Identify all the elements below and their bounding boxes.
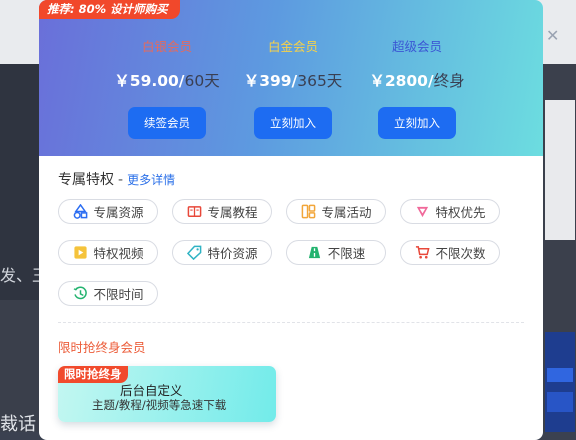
privilege-label: 特权优先 (435, 205, 486, 220)
tier-price: ￥59.00/60天 (114, 72, 220, 90)
privilege-exclusive-activities[interactable]: 专属活动 (286, 199, 386, 224)
renew-button[interactable]: 续签会员 (128, 107, 206, 139)
tier-silver: 白银会员 ￥59.00/60天 续签会员 (102, 36, 232, 139)
privilege-exclusive-tutorials[interactable]: 专属教程 (172, 199, 272, 224)
privilege-label: 不限时间 (93, 287, 144, 302)
close-icon[interactable]: ✕ (546, 26, 559, 45)
clock-icon (72, 286, 88, 302)
privilege-unlimited-speed[interactable]: 不限速 (286, 240, 386, 265)
road-icon (307, 245, 323, 261)
background-sidebar (543, 64, 576, 432)
privilege-label: 不限速 (327, 246, 366, 261)
privilege-discount-resources[interactable]: 特价资源 (172, 240, 272, 265)
background-footer-text: 裁话 (0, 414, 36, 435)
tier-price: ￥2800/终身 (369, 72, 465, 90)
priority-icon (414, 204, 430, 220)
privilege-label: 不限次数 (435, 246, 486, 261)
background-sidebar-card (545, 100, 575, 240)
tier-price: ￥399/365天 (243, 72, 343, 90)
join-super-button[interactable]: 立刻加入 (378, 107, 456, 139)
privilege-label: 专属资源 (93, 205, 144, 220)
discount-tag-icon (186, 245, 202, 261)
video-icon (72, 245, 88, 261)
promo-badge: 推荐: 80% 设计师购买 (39, 0, 180, 19)
tier-super: 超级会员 ￥2800/终身 立刻加入 (352, 36, 482, 139)
privileges-title: 专属特权 - 更多详情 (58, 172, 176, 188)
limited-tag: 限时抢终身 (58, 366, 128, 383)
limited-offer-title: 限时抢终身会员 (58, 340, 146, 355)
offer-line-2: 主题/教程/视频等急速下载 (92, 398, 227, 412)
privilege-label: 特权视频 (93, 246, 144, 261)
tier-name: 白银会员 (141, 39, 192, 54)
privilege-label: 专属教程 (207, 205, 258, 220)
tier-name: 白金会员 (267, 39, 318, 54)
tutorial-icon (186, 204, 202, 220)
privilege-unlimited-time[interactable]: 不限时间 (58, 281, 158, 306)
section-divider (58, 322, 524, 323)
privilege-priority[interactable]: 特权优先 (400, 199, 500, 224)
privilege-videos[interactable]: 特权视频 (58, 240, 158, 265)
vip-hero: 推荐: 80% 设计师购买 白银会员 ￥59.00/60天 续签会员 白金会员 … (39, 0, 543, 156)
background-sidebar-ad (545, 332, 575, 432)
more-details-link[interactable]: 更多详情 (127, 173, 175, 187)
privilege-unlimited-times[interactable]: 不限次数 (400, 240, 500, 265)
privilege-label: 专属活动 (321, 205, 372, 220)
join-platinum-button[interactable]: 立刻加入 (254, 107, 332, 139)
privilege-label: 特价资源 (207, 246, 258, 261)
cart-icon (414, 245, 430, 261)
tier-name: 超级会员 (391, 39, 442, 54)
privilege-exclusive-resources[interactable]: 专属资源 (58, 199, 158, 224)
lifetime-offer-card[interactable]: 限时抢终身 后台自定义 主题/教程/视频等急速下载 (58, 366, 276, 422)
resource-icon (72, 204, 88, 220)
activity-icon (300, 204, 316, 220)
vip-modal: 推荐: 80% 设计师购买 白银会员 ￥59.00/60天 续签会员 白金会员 … (39, 0, 543, 440)
tier-platinum: 白金会员 ￥399/365天 立刻加入 (228, 36, 358, 139)
